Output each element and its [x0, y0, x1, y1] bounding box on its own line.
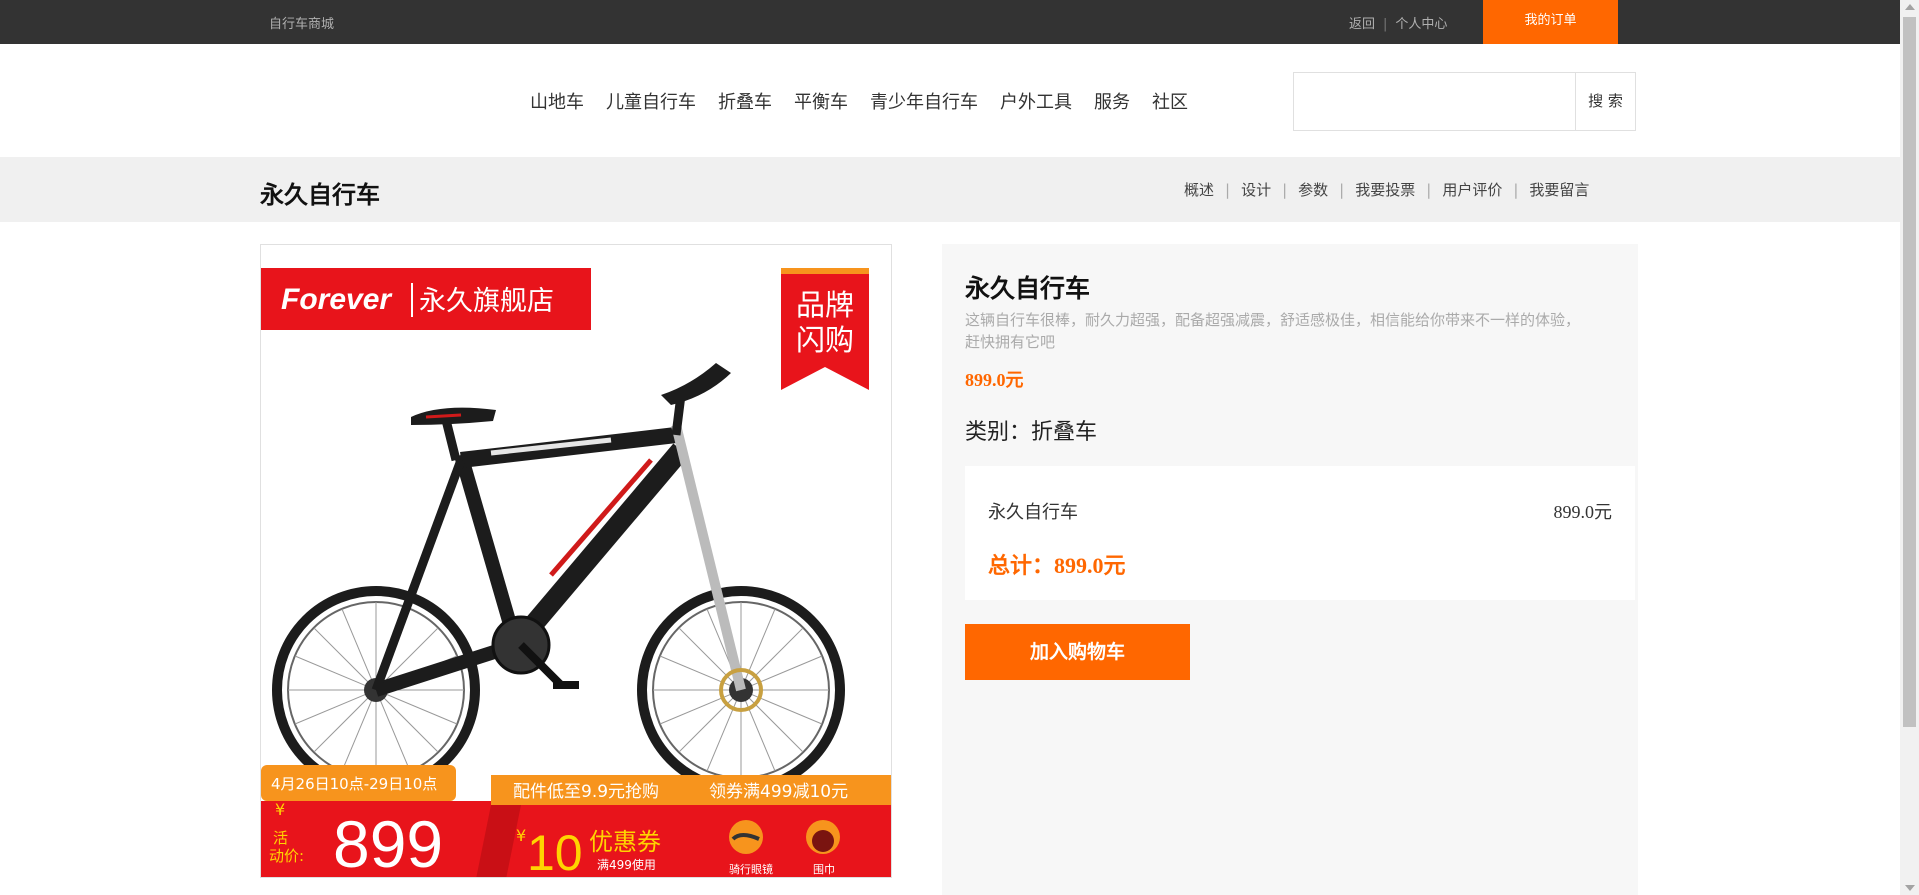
shop-name: 永久旗舰店 — [419, 286, 554, 317]
scroll-thumb[interactable] — [1903, 17, 1916, 727]
top-links: 返回 | 个人中心 — [1349, 13, 1447, 32]
main-nav: 山地车 儿童自行车 折叠车 平衡车 青少年自行车 户外工具 服务 社区 搜 索 — [0, 44, 1900, 157]
nav-item-kids-bike[interactable]: 儿童自行车 — [606, 88, 696, 114]
page-scrollbar[interactable] — [1900, 0, 1919, 895]
nav-item-service[interactable]: 服务 — [1094, 88, 1130, 114]
tab-separator: | — [1426, 180, 1432, 199]
gift-label-2: 围巾 — [813, 862, 835, 876]
summary-product-name: 永久自行车 — [988, 502, 1078, 523]
search-box: 搜 索 — [1293, 72, 1636, 131]
scroll-up-arrow-icon[interactable] — [1905, 4, 1915, 10]
tab-separator: | — [1225, 180, 1231, 199]
top-separator: | — [1383, 17, 1388, 32]
tab-separator: | — [1339, 180, 1345, 199]
promo-label-line1: 活 — [273, 829, 288, 847]
top-bar: 自行车商城 返回 | 个人中心 我的订单 — [0, 0, 1900, 44]
tab-reviews[interactable]: 用户评价 — [1442, 179, 1502, 200]
nav-item-outdoor-tools[interactable]: 户外工具 — [1000, 88, 1072, 114]
product-image: Forever 永久旗舰店 品牌 闪购 4月26日10点-29日10点 配件低至… — [260, 244, 892, 878]
coupon-condition: 满499使用 — [597, 857, 656, 872]
tab-separator: | — [1282, 180, 1288, 199]
my-orders-button[interactable]: 我的订单 — [1483, 0, 1618, 44]
flash-badge-line2: 闪购 — [796, 323, 854, 357]
promo-accessory-text: 配件低至9.9元抢购 — [513, 782, 659, 802]
summary-total: 总计：899.0元 — [988, 553, 1126, 578]
promo-label-line2: 动价: — [269, 847, 304, 865]
nav-item-youth-bike[interactable]: 青少年自行车 — [870, 88, 978, 114]
product-name: 永久自行车 — [965, 274, 1091, 303]
product-info-panel: 永久自行车 这辆自行车很棒，耐久力超强，配备超强减震，舒适感极佳，相信能给你带来… — [942, 244, 1638, 895]
nav-item-folding-bike[interactable]: 折叠车 — [718, 88, 772, 114]
nav-item-mountain-bike[interactable]: 山地车 — [530, 88, 584, 114]
coupon-amount: 10 — [527, 825, 583, 878]
tab-separator: | — [1513, 180, 1519, 199]
product-bar-title: 永久自行车 — [260, 181, 380, 209]
promo-price: 899 — [333, 807, 443, 878]
order-summary: 永久自行车 899.0元 总计：899.0元 — [965, 466, 1635, 600]
flash-badge-line1: 品牌 — [796, 288, 854, 322]
scroll-down-arrow-icon[interactable] — [1905, 885, 1915, 891]
back-link[interactable]: 返回 — [1349, 17, 1375, 32]
summary-product-price: 899.0元 — [1553, 502, 1613, 522]
bicycle-illustration — [272, 363, 845, 794]
gift-label-1: 骑行眼镜 — [729, 862, 773, 876]
tab-message[interactable]: 我要留言 — [1529, 179, 1589, 200]
product-tabs: 概述 | 设计 | 参数 | 我要投票 | 用户评价 | 我要留言 — [1184, 179, 1589, 200]
product-price: 899.0元 — [965, 370, 1024, 390]
tab-design[interactable]: 设计 — [1241, 179, 1271, 200]
profile-link[interactable]: 个人中心 — [1395, 17, 1447, 32]
banner-divider — [411, 283, 413, 317]
shop-logo: Forever — [281, 283, 393, 316]
promo-yen: ¥ — [275, 800, 285, 819]
product-header-bar: 永久自行车 概述 | 设计 | 参数 | 我要投票 | 用户评价 | 我要留言 — [0, 157, 1900, 222]
promo-date: 4月26日10点-29日10点 — [271, 775, 437, 793]
nav-item-balance-bike[interactable]: 平衡车 — [794, 88, 848, 114]
site-brand[interactable]: 自行车商城 — [269, 13, 334, 32]
coupon-yen: ¥ — [516, 826, 526, 845]
product-image-graphic: Forever 永久旗舰店 品牌 闪购 4月26日10点-29日10点 配件低至… — [261, 268, 891, 878]
search-input[interactable] — [1294, 73, 1576, 130]
product-category: 类别：折叠车 — [965, 420, 1098, 445]
product-description: 这辆自行车很棒，耐久力超强，配备超强减震，舒适感极佳，相信能给你带来不一样的体验… — [965, 311, 1581, 351]
add-to-cart-button[interactable]: 加入购物车 — [965, 624, 1190, 680]
nav-item-community[interactable]: 社区 — [1152, 88, 1188, 114]
tab-vote[interactable]: 我要投票 — [1355, 179, 1415, 200]
search-button[interactable]: 搜 索 — [1576, 73, 1635, 130]
tab-params[interactable]: 参数 — [1298, 179, 1328, 200]
category-menu: 山地车 儿童自行车 折叠车 平衡车 青少年自行车 户外工具 服务 社区 — [530, 88, 1188, 114]
promo-coupon-text: 领券满499减10元 — [709, 782, 848, 802]
badge-top-stripe — [781, 268, 869, 274]
coupon-label: 优惠券 — [589, 828, 661, 856]
tab-overview[interactable]: 概述 — [1184, 179, 1214, 200]
